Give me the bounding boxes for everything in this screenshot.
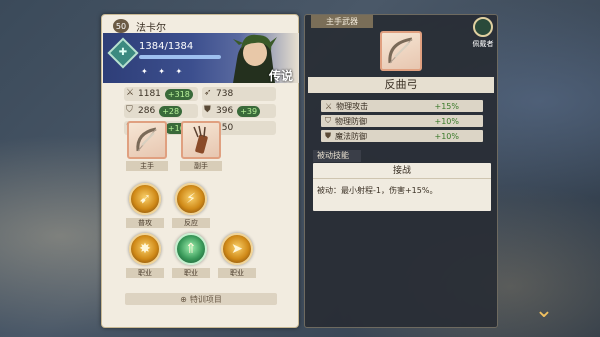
training-icon: ⊕	[180, 294, 187, 304]
passive-skill-description: 被动：最小射程-1，伤害+15%。	[317, 186, 438, 195]
magic-shield-icon: ⛊	[204, 105, 211, 115]
skill-label: 职业	[126, 268, 164, 278]
stat-magic-defense: ⛊ 396 +39	[202, 104, 276, 118]
skill-label: 职业	[172, 268, 210, 278]
double-arrow-icon[interactable]: ➤	[221, 233, 253, 265]
hp-bar	[139, 55, 221, 59]
stat-speed: ➶ 738	[202, 87, 276, 101]
star-rating: ✦ ✦ ✦	[141, 67, 187, 76]
stat-bonus: +39	[237, 105, 261, 117]
equip-slot-main-hand[interactable]: 主手	[126, 121, 168, 171]
attr-row: ⛊ 魔法防御 +10%	[321, 130, 483, 142]
attr-row: ⚔ 物理攻击 +15%	[321, 100, 483, 112]
level-badge: 50	[113, 19, 129, 33]
equip-slot-off-hand[interactable]: 副手	[180, 121, 222, 171]
up-arrow-icon[interactable]: ⇑	[175, 233, 207, 265]
special-training-button[interactable]: ⊕ 特训项目	[125, 293, 277, 305]
stat-bonus: +318	[164, 88, 193, 100]
shield-icon: ⛉	[126, 105, 133, 115]
character-name: 法卡尔	[136, 23, 166, 34]
arrow-attack-icon[interactable]: ➹	[129, 183, 161, 215]
holder-label: 佩戴者	[472, 40, 494, 48]
skill-label: 反应	[172, 218, 210, 228]
rarity-label: 传说	[268, 69, 293, 83]
skill-class-1[interactable]: ✸ 职业	[122, 233, 168, 278]
skill-class-3[interactable]: ➤ 职业	[214, 233, 260, 278]
equip-label: 副手	[180, 161, 222, 171]
sword-icon: ⚔	[325, 101, 333, 111]
passive-skill-box: 接战 被动：最小射程-1，伤害+15%。	[313, 163, 491, 211]
equipment-row: 主手 副手	[126, 121, 222, 171]
bow-icon[interactable]	[127, 121, 167, 159]
skill-row-basic: ➹ 普攻 ⚡ 反应	[122, 183, 214, 228]
character-banner: ✚ 1384/1384 ✦ ✦ ✦ 传说	[103, 33, 299, 83]
skill-row-class: ✸ 职业 ⇑ 职业 ➤ 职业	[122, 233, 260, 278]
attr-row: ⛉ 物理防御 +10%	[321, 115, 483, 127]
panel-tab: 主手武器	[311, 15, 373, 28]
recurve-bow-icon	[380, 31, 422, 71]
hp-text: 1384/1384	[139, 41, 194, 52]
chevron-down-icon[interactable]: ⌄	[531, 298, 557, 324]
equip-label: 主手	[126, 161, 168, 171]
burst-icon[interactable]: ✸	[129, 233, 161, 265]
skill-class-2[interactable]: ⇑ 职业	[168, 233, 214, 278]
skill-attack[interactable]: ➹ 普攻	[122, 183, 168, 228]
skill-reaction[interactable]: ⚡ 反应	[168, 183, 214, 228]
weapon-detail-panel: 主手武器 反曲弓 ⚔ 物理攻击 +15% ⛉ 物理防御 +10% ⛊ 魔法防御 …	[304, 14, 498, 328]
holder-avatar[interactable]	[473, 17, 493, 37]
weapon-holder[interactable]: 佩戴者	[470, 17, 496, 49]
skill-label: 职业	[218, 268, 256, 278]
skill-label: 普攻	[126, 218, 164, 228]
shield-icon: ⛉	[325, 116, 331, 125]
special-training-label: 特训项目	[189, 294, 222, 304]
passive-skill-header: 被动技能	[313, 150, 361, 162]
weapon-attributes: ⚔ 物理攻击 +15% ⛉ 物理防御 +10% ⛊ 魔法防御 +10%	[321, 100, 483, 145]
magic-shield-icon: ⛊	[325, 131, 331, 140]
stat-physical-defense: ⛉ 286 +28	[124, 104, 198, 118]
sword-icon: ⚔	[126, 88, 135, 98]
quiver-icon[interactable]	[181, 121, 221, 159]
boot-icon: ➶	[204, 88, 212, 98]
hp-bar-fill	[139, 55, 221, 59]
weapon-name: 反曲弓	[308, 77, 494, 93]
stat-bonus: +28	[159, 105, 183, 117]
lightning-icon[interactable]: ⚡	[175, 183, 207, 215]
class-icon: ✚	[107, 37, 139, 69]
character-panel: 50 法卡尔 ✚ 1384/1384 ✦ ✦ ✦ 传说 ⚔ 1181 +318 …	[101, 14, 299, 328]
background	[0, 0, 600, 337]
stat-attack: ⚔ 1181 +318	[124, 87, 198, 101]
passive-skill-name: 接战	[313, 163, 491, 179]
